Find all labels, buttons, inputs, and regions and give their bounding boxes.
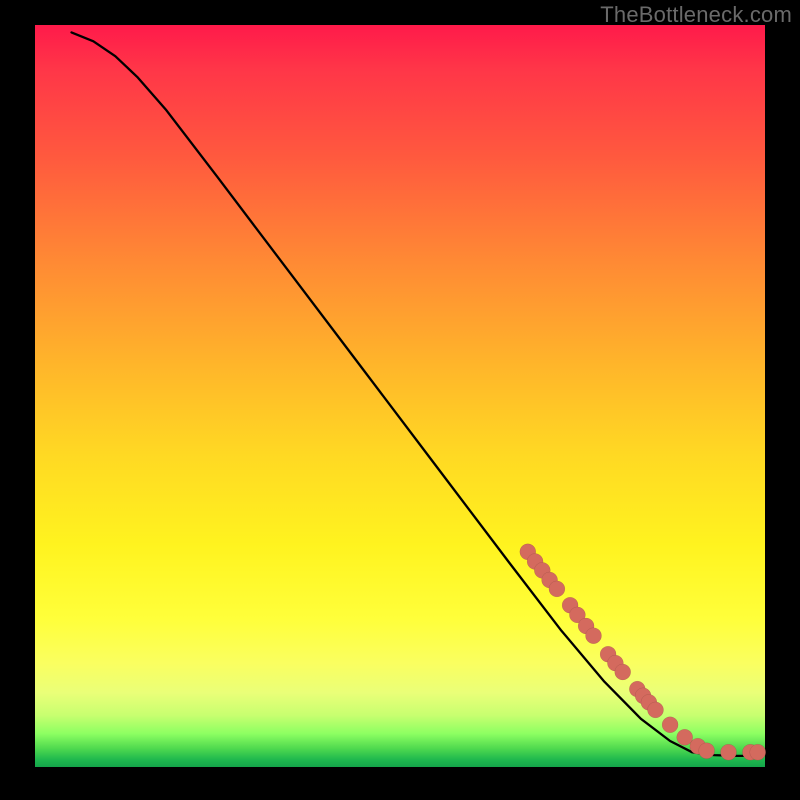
data-point: [721, 744, 737, 760]
attribution-label: TheBottleneck.com: [600, 2, 792, 28]
data-point: [750, 744, 766, 760]
data-markers: [520, 544, 766, 760]
data-point: [699, 743, 715, 759]
data-point: [662, 717, 678, 733]
chart-svg: [35, 25, 765, 767]
data-point: [648, 702, 664, 718]
plot-area: [35, 25, 765, 767]
chart-stage: TheBottleneck.com: [0, 0, 800, 800]
data-point: [615, 664, 631, 680]
data-point: [549, 581, 565, 597]
data-point: [586, 628, 602, 644]
bottleneck-curve: [72, 32, 758, 756]
